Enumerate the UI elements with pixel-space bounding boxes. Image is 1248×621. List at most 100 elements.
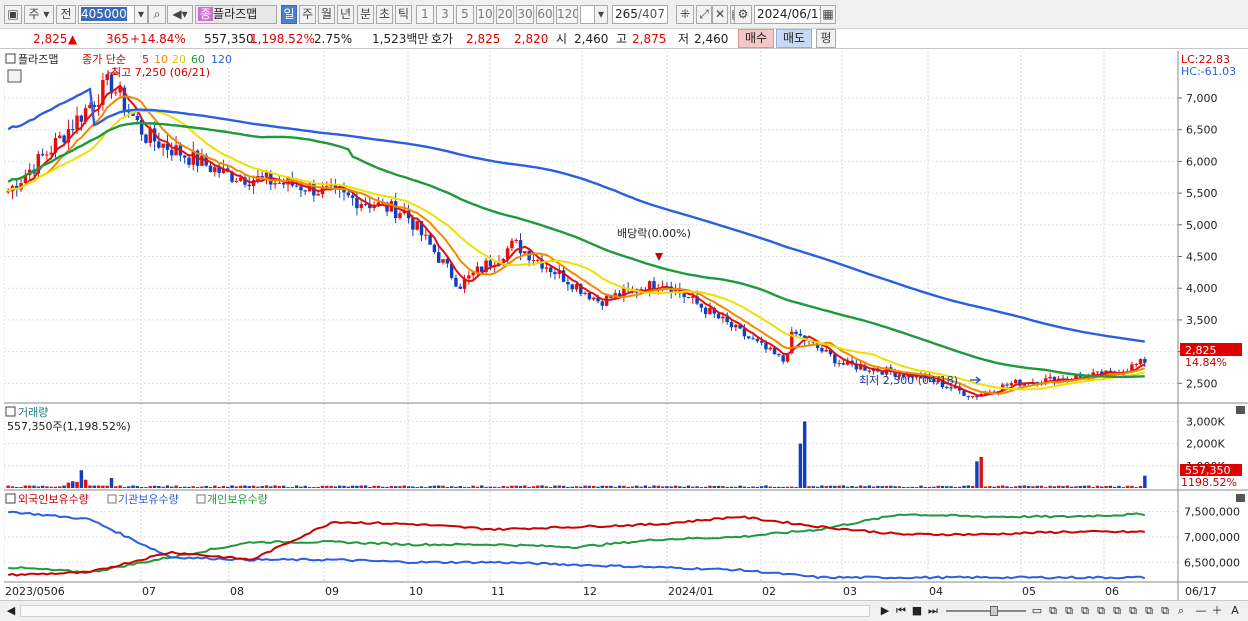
- volume-bar: [419, 486, 424, 488]
- zoom-in-icon[interactable]: ＋: [1210, 604, 1224, 618]
- volume-bar: [824, 486, 828, 488]
- grid-icon[interactable]: ⁜: [676, 5, 694, 24]
- window-icon-9[interactable]: ⧉: [1158, 604, 1172, 618]
- volume-bar: [40, 485, 45, 488]
- market-select[interactable]: 주 ▾: [24, 5, 54, 24]
- volume-bar: [441, 485, 445, 488]
- minute-30[interactable]: 30: [516, 5, 534, 24]
- period-minute[interactable]: 분: [357, 5, 374, 24]
- chart-scroll-bar[interactable]: ◀ ▶ ⏮ ■ ⏭ ▭ ⧉ ⧉ ⧉ ⧉ ⧉ ⧉ ⧉ ⧉ ⌕ — ＋ A: [0, 600, 1248, 621]
- cross-icon[interactable]: ✕: [712, 5, 728, 24]
- volume-panel-close-icon[interactable]: [1236, 406, 1245, 414]
- volume-bar: [1108, 485, 1113, 488]
- candle-body: [764, 342, 768, 350]
- stop-icon[interactable]: ■: [910, 604, 924, 618]
- calendar-icon[interactable]: ▦: [820, 5, 836, 24]
- window-icon-8[interactable]: ⧉: [1142, 604, 1156, 618]
- volume-bar: [678, 486, 682, 488]
- magnify-icon[interactable]: ⌕: [1174, 604, 1188, 618]
- x-tick-label: 11: [491, 585, 505, 598]
- volume-bar: [510, 485, 514, 488]
- scroll-left-icon[interactable]: ◀: [4, 604, 18, 618]
- volume-bar: [135, 485, 140, 488]
- volume-bar: [1100, 486, 1104, 488]
- period-month[interactable]: 월: [318, 5, 335, 24]
- window-icon-3[interactable]: ⧉: [1062, 604, 1076, 618]
- volume-bar: [467, 487, 471, 488]
- volume-bar: [1035, 485, 1039, 488]
- candle-body: [566, 281, 570, 285]
- average-button[interactable]: 평: [816, 29, 836, 48]
- window-icon-6[interactable]: ⧉: [1110, 604, 1124, 618]
- window-icon-7[interactable]: ⧉: [1126, 604, 1140, 618]
- custom-period-dropdown-icon[interactable]: ▾: [594, 5, 608, 24]
- search-icon[interactable]: ⌕: [148, 5, 166, 24]
- speaker-icon[interactable]: ◀▾: [167, 5, 193, 24]
- volume-bar: [876, 485, 880, 488]
- period-day[interactable]: 일: [281, 5, 297, 24]
- minute-120[interactable]: 120: [556, 5, 578, 24]
- price-y-tick-label: 3,500: [1186, 314, 1218, 327]
- scroll-track[interactable]: [20, 605, 870, 617]
- candle-body: [264, 172, 269, 178]
- volume-bar: [893, 486, 897, 488]
- x-tick-label: 04: [929, 585, 943, 598]
- minute-20[interactable]: 20: [496, 5, 514, 24]
- period-week[interactable]: 주: [299, 5, 316, 24]
- volume-bar: [751, 486, 755, 488]
- window-icon-1[interactable]: ▭: [1030, 604, 1044, 618]
- scroll-right-icon[interactable]: ▶: [878, 604, 892, 618]
- ma-5-label: 5: [142, 53, 149, 66]
- volume-bar: [1087, 485, 1091, 488]
- minute-3[interactable]: 3: [436, 5, 454, 24]
- code-dropdown-icon[interactable]: ▾: [134, 5, 148, 24]
- volume-bar: [975, 461, 979, 488]
- minute-60[interactable]: 60: [536, 5, 554, 24]
- expand-icon[interactable]: ⤢: [696, 5, 712, 24]
- volume-bar: [1091, 486, 1095, 488]
- volume-bar: [200, 486, 204, 488]
- holdings-panel-close-icon[interactable]: [1236, 494, 1245, 502]
- font-icon[interactable]: A: [1228, 604, 1242, 618]
- candle-body: [294, 185, 299, 187]
- volume-bar: [1143, 475, 1147, 488]
- volume-bar: [411, 486, 415, 488]
- prev-button[interactable]: 전: [56, 5, 76, 24]
- minute-5[interactable]: 5: [456, 5, 474, 24]
- window-icon-4[interactable]: ⧉: [1078, 604, 1092, 618]
- volume-bar: [781, 486, 785, 488]
- x-tick-label: 06: [1105, 585, 1119, 598]
- zoom-slider-handle[interactable]: [990, 606, 998, 616]
- window-icon-5[interactable]: ⧉: [1094, 604, 1108, 618]
- jump-end-icon[interactable]: ⏭: [926, 604, 940, 618]
- chart-area[interactable]: 2023/0506 07 08 09 10 11 12 2024/01 02 03 04 05 06 06…: [3, 51, 1248, 600]
- volume-bar: [346, 486, 351, 488]
- minute-1[interactable]: 1: [416, 5, 434, 24]
- period-tick[interactable]: 틱: [395, 5, 412, 24]
- window-icon-2[interactable]: ⧉: [1046, 604, 1060, 618]
- stock-name-box[interactable]: 종 플라즈맵: [195, 5, 277, 24]
- volume-bar: [290, 487, 295, 488]
- period-year[interactable]: 년: [337, 5, 354, 24]
- volume-bar: [62, 485, 66, 488]
- volume-bar: [471, 485, 475, 488]
- ma-20-label: 20: [172, 53, 186, 66]
- zoom-out-icon[interactable]: —: [1194, 604, 1208, 618]
- buy-button[interactable]: 매수: [738, 29, 774, 48]
- zoom-slider-track[interactable]: [946, 610, 1026, 612]
- count-input[interactable]: 265/407: [612, 5, 668, 24]
- gear-icon[interactable]: ⚙: [734, 5, 752, 24]
- volume-bar: [919, 485, 923, 488]
- stock-chart-svg[interactable]: 2023/0506 07 08 09 10 11 12 2024/01 02 03 04 05 06 06…: [3, 51, 1248, 600]
- volume-bar: [1005, 486, 1009, 488]
- sell-button[interactable]: 매도: [776, 29, 812, 48]
- last-volume-pct: 1198.52%: [1181, 476, 1237, 489]
- jump-start-icon[interactable]: ⏮: [894, 604, 908, 618]
- stock-code-input[interactable]: 405000: [78, 5, 136, 24]
- table-icon[interactable]: [7, 69, 22, 83]
- minute-10[interactable]: 10: [476, 5, 494, 24]
- period-second[interactable]: 초: [376, 5, 393, 24]
- x-tick-label: 03: [843, 585, 857, 598]
- volume-bar: [777, 486, 781, 488]
- layout-icon[interactable]: ▣: [4, 5, 22, 24]
